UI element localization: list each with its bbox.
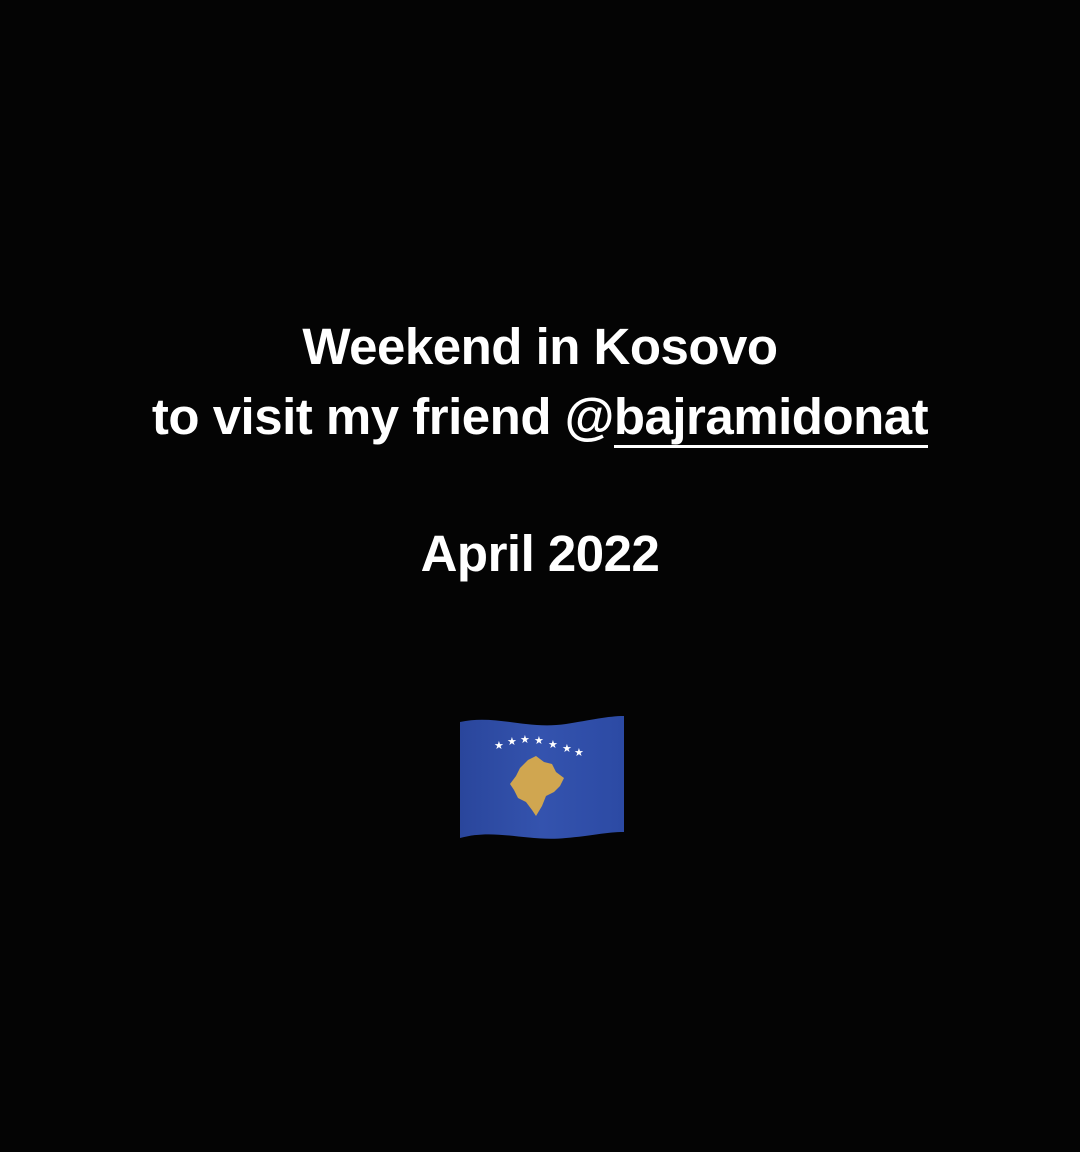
svg-text:★: ★: [534, 734, 544, 747]
svg-text:★: ★: [574, 746, 584, 759]
caption-date: April 2022: [0, 519, 1080, 589]
svg-text:★: ★: [548, 738, 558, 751]
mention-link[interactable]: bajramidonat: [613, 388, 929, 448]
caption-mention-line: to visit my friend @bajramidonat: [0, 382, 1080, 452]
svg-text:★: ★: [520, 733, 530, 746]
svg-text:★: ★: [507, 735, 517, 748]
caption-prefix-text: to visit my friend @: [151, 388, 614, 445]
caption-title: Weekend in Kosovo: [0, 312, 1080, 382]
caption-title-text: Weekend in Kosovo: [302, 318, 778, 375]
svg-text:★: ★: [562, 742, 572, 755]
caption-date-text: April 2022: [420, 525, 660, 582]
svg-text:★: ★: [494, 739, 504, 752]
story-canvas: Weekend in Kosovo to visit my friend @ba…: [0, 0, 1080, 1152]
kosovo-flag-icon: ★ ★ ★ ★ ★ ★ ★: [460, 716, 624, 839]
